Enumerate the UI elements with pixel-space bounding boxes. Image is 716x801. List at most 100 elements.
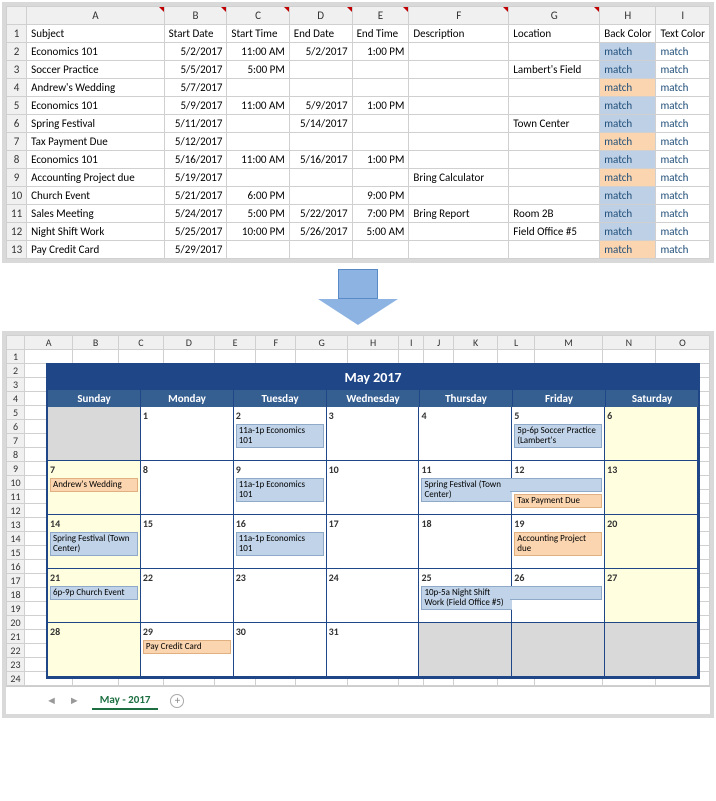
cell[interactable]: 5/16/2017 — [164, 151, 227, 169]
tab-prev-icon[interactable]: ◄ — [46, 694, 57, 707]
calendar-day[interactable] — [48, 407, 141, 461]
calendar-day[interactable]: 3 — [327, 407, 420, 461]
calendar-day[interactable]: 17 — [327, 515, 420, 569]
cell[interactable] — [289, 133, 352, 151]
col-header[interactable]: B — [164, 7, 227, 25]
field-header[interactable]: End Date — [289, 25, 352, 43]
cell[interactable]: Economics 101 — [27, 151, 164, 169]
row-header[interactable]: 3 — [7, 61, 27, 79]
col-header[interactable]: A — [25, 336, 73, 350]
calendar-event[interactable]: 6p-9p Church Event — [50, 586, 138, 600]
cell[interactable]: 5/24/2017 — [164, 205, 227, 223]
row-header[interactable]: 11 — [7, 205, 27, 223]
cell[interactable] — [352, 241, 409, 259]
cell[interactable] — [352, 115, 409, 133]
cell[interactable] — [289, 61, 352, 79]
cell[interactable]: Church Event — [27, 187, 164, 205]
cell[interactable]: 1:00 PM — [352, 151, 409, 169]
cell[interactable] — [602, 350, 655, 364]
row-header[interactable]: 13 — [7, 241, 27, 259]
cell[interactable]: Sales Meeting — [27, 205, 164, 223]
cell[interactable] — [655, 350, 709, 364]
calendar-day[interactable] — [605, 623, 698, 677]
field-header[interactable]: Back Color — [600, 25, 656, 43]
calendar-day[interactable]: 26 — [512, 569, 605, 623]
calendar-day[interactable]: 55p-6p Soccer Practice (Lambert's — [512, 407, 605, 461]
cell[interactable] — [409, 133, 509, 151]
row-header[interactable]: 9 — [7, 462, 25, 476]
row-header[interactable]: 2 — [7, 43, 27, 61]
cell[interactable] — [509, 133, 600, 151]
cell[interactable] — [409, 187, 509, 205]
row-header[interactable]: 22 — [7, 644, 25, 658]
row-header[interactable]: 6 — [7, 420, 25, 434]
row-header[interactable]: 10 — [7, 476, 25, 490]
row-header[interactable]: 4 — [7, 392, 25, 406]
calendar-day[interactable]: 29Pay Credit Card — [141, 623, 234, 677]
cell[interactable] — [409, 241, 509, 259]
calendar-day[interactable]: 2510p-5a Night Shift Work (Field Office … — [419, 569, 512, 623]
cell[interactable]: 5:00 AM — [352, 223, 409, 241]
cell[interactable]: 9:00 PM — [352, 187, 409, 205]
row-header[interactable]: 16 — [7, 560, 25, 574]
cell[interactable]: 5/5/2017 — [164, 61, 227, 79]
cell[interactable] — [348, 350, 399, 364]
cell[interactable]: 10:00 PM — [227, 223, 289, 241]
row-header[interactable]: 23 — [7, 658, 25, 672]
calendar-day[interactable]: 27 — [605, 569, 698, 623]
row-header[interactable]: 15 — [7, 546, 25, 560]
calendar-event[interactable]: Pay Credit Card — [143, 640, 231, 654]
cell[interactable] — [409, 79, 509, 97]
col-header[interactable]: E — [352, 7, 409, 25]
cell[interactable] — [73, 350, 119, 364]
cell[interactable]: 5/2/2017 — [289, 43, 352, 61]
cell[interactable] — [118, 350, 163, 364]
cell[interactable]: match — [656, 97, 710, 115]
corner-cell[interactable] — [7, 336, 25, 350]
row-header[interactable]: 20 — [7, 616, 25, 630]
cell[interactable]: match — [600, 97, 656, 115]
calendar-day[interactable]: 7Andrew's Wedding — [48, 461, 141, 515]
cell[interactable]: 5/29/2017 — [164, 241, 227, 259]
calendar-event[interactable]: Spring Festival (Town Center) — [421, 478, 513, 502]
cell[interactable]: match — [600, 43, 656, 61]
cell[interactable]: 11:00 AM — [227, 151, 289, 169]
tab-next-icon[interactable]: ► — [69, 694, 80, 707]
cell[interactable] — [409, 61, 509, 79]
calendar-day[interactable]: 911a-1p Economics 101 — [234, 461, 327, 515]
col-header[interactable]: H — [348, 336, 399, 350]
cell[interactable]: match — [656, 241, 710, 259]
calendar-event[interactable]: 5p-6p Soccer Practice (Lambert's — [514, 424, 602, 448]
cell[interactable] — [535, 350, 603, 364]
field-header[interactable]: Subject — [27, 25, 164, 43]
cell[interactable]: Soccer Practice — [27, 61, 164, 79]
cell[interactable] — [498, 350, 535, 364]
calendar-day[interactable]: 14Spring Festival (Town Center) — [48, 515, 141, 569]
row-header[interactable]: 7 — [7, 133, 27, 151]
cell[interactable] — [509, 97, 600, 115]
calendar-day[interactable]: 19Accounting Project due — [512, 515, 605, 569]
col-header[interactable]: H — [600, 7, 656, 25]
cell[interactable]: match — [600, 115, 656, 133]
cell[interactable] — [509, 169, 600, 187]
cell[interactable]: match — [600, 133, 656, 151]
cell[interactable]: match — [656, 205, 710, 223]
col-header[interactable]: I — [656, 7, 710, 25]
calendar-event[interactable]: Tax Payment Due — [514, 494, 602, 508]
cell[interactable]: Bring Report — [409, 205, 509, 223]
calendar-event[interactable]: 11a-1p Economics 101 — [236, 478, 324, 502]
cell[interactable]: match — [656, 133, 710, 151]
col-header[interactable]: B — [73, 336, 119, 350]
col-header[interactable]: I — [399, 336, 424, 350]
cell[interactable] — [509, 241, 600, 259]
calendar-day[interactable]: 30 — [234, 623, 327, 677]
cell[interactable]: 11:00 AM — [227, 97, 289, 115]
calendar-day[interactable]: 31 — [327, 623, 420, 677]
calendar-day[interactable]: 12 Tax Payment Due — [512, 461, 605, 515]
calendar-day[interactable]: 8 — [141, 461, 234, 515]
cell[interactable]: match — [600, 187, 656, 205]
calendar-day[interactable]: 6 — [605, 407, 698, 461]
cell[interactable]: 5/7/2017 — [164, 79, 227, 97]
field-header[interactable]: Location — [509, 25, 600, 43]
cell[interactable] — [256, 350, 296, 364]
